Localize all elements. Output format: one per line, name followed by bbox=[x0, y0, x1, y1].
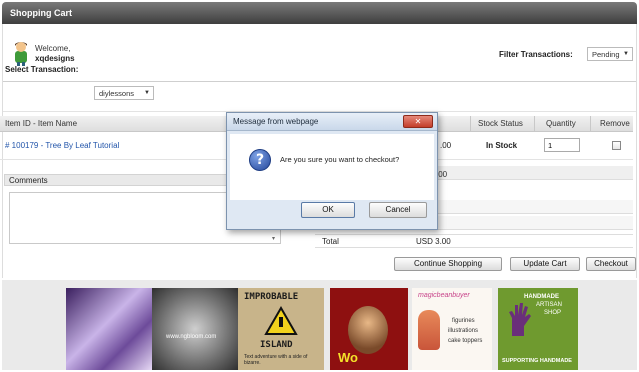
header-quantity: Quantity bbox=[546, 119, 576, 128]
ad-handmade-mid2: SHOP bbox=[544, 310, 562, 316]
dialog-titlebar: Message from webpage ✕ bbox=[227, 113, 437, 131]
ad-improbable-island[interactable]: IMPROBABLE ISLAND Text adventure with a … bbox=[238, 288, 324, 370]
select-transaction-label: Select Transaction: bbox=[5, 65, 79, 74]
ad-island-subtitle: ISLAND bbox=[260, 340, 293, 350]
ad-purple-abstract[interactable] bbox=[66, 288, 152, 370]
hand-icon bbox=[509, 303, 531, 336]
resize-grip-icon[interactable]: ▾ bbox=[272, 235, 280, 243]
header-stock: Stock Status bbox=[478, 119, 523, 128]
chevron-down-icon: ▼ bbox=[144, 90, 150, 96]
comments-label: Comments bbox=[9, 176, 48, 185]
user-avatar-icon bbox=[15, 42, 27, 66]
ad-handmade-mid1: ARTISAN bbox=[536, 302, 562, 308]
continue-shopping-button[interactable]: Continue Shopping bbox=[394, 257, 502, 271]
face-illustration bbox=[348, 306, 388, 354]
ad-bearded-man[interactable]: Wo bbox=[330, 288, 408, 370]
dialog-title: Message from webpage bbox=[233, 117, 319, 126]
filter-label: Filter Transactions: bbox=[499, 50, 573, 59]
column-divider bbox=[590, 116, 591, 132]
dialog-body: ? Are you sure you want to checkout? bbox=[230, 134, 434, 200]
question-icon: ? bbox=[249, 149, 271, 171]
cancel-button[interactable]: Cancel bbox=[369, 202, 427, 218]
checkout-button[interactable]: Checkout bbox=[586, 257, 636, 271]
remove-checkbox[interactable] bbox=[612, 141, 621, 150]
ok-button[interactable]: OK bbox=[301, 202, 355, 218]
dialog-message: Are you sure you want to checkout? bbox=[280, 155, 400, 164]
ad-handmade-bottom: SUPPORTING HANDMADE bbox=[502, 358, 572, 364]
ad-figurines[interactable]: magicbeanbuyer figurines illustrations c… bbox=[412, 288, 492, 370]
filter-select[interactable]: Pending ▼ bbox=[587, 47, 633, 61]
ad-figurines-line3: cake toppers bbox=[448, 338, 483, 344]
window-titlebar: Shopping Cart bbox=[2, 2, 637, 24]
header-remove: Remove bbox=[600, 119, 630, 128]
update-cart-button[interactable]: Update Cart bbox=[510, 257, 580, 271]
welcome-row: Welcome, xqdesigns Filter Transactions: … bbox=[3, 36, 636, 82]
column-divider bbox=[470, 116, 471, 132]
ad-handmade-top: HANDMADE bbox=[524, 294, 559, 300]
ad-figurines-brand: magicbeanbuyer bbox=[418, 292, 470, 299]
warning-sign-icon bbox=[264, 306, 298, 335]
stock-status: In Stock bbox=[486, 141, 518, 150]
window-title: Shopping Cart bbox=[10, 8, 72, 18]
ad-bearded-text: Wo bbox=[338, 350, 358, 365]
close-icon[interactable]: ✕ bbox=[403, 115, 433, 128]
ad-figurines-line2: illustrations bbox=[448, 328, 479, 334]
ad-silver-text: www.ngbloom.com bbox=[166, 334, 217, 340]
item-price-fragment: .00 bbox=[440, 141, 452, 150]
total-label: Total bbox=[322, 237, 339, 246]
filter-select-value: Pending bbox=[592, 50, 620, 59]
item-link[interactable]: # 100179 - Tree By Leaf Tutorial bbox=[5, 141, 119, 150]
transaction-select[interactable]: diylessons ▼ bbox=[94, 86, 154, 100]
ad-figurines-line1: figurines bbox=[452, 318, 475, 324]
column-divider bbox=[534, 116, 535, 132]
ad-handmade[interactable]: HANDMADE ARTISAN SHOP SUPPORTING HANDMAD… bbox=[498, 288, 578, 370]
username: xqdesigns bbox=[35, 54, 75, 63]
chevron-down-icon: ▼ bbox=[623, 51, 629, 57]
ad-silver-swirls[interactable]: www.ngbloom.com bbox=[152, 288, 238, 370]
figurine-illustration bbox=[418, 310, 440, 350]
total-value: USD 3.00 bbox=[416, 237, 451, 246]
ad-island-tagline: Text adventure with a side of bizarre. bbox=[244, 354, 308, 366]
ad-island-title: IMPROBABLE bbox=[244, 292, 299, 302]
transaction-select-value: diylessons bbox=[99, 89, 135, 98]
confirm-dialog: Message from webpage ✕ ? Are you sure yo… bbox=[226, 112, 438, 230]
header-item: Item ID - Item Name bbox=[5, 119, 78, 128]
quantity-input[interactable] bbox=[544, 138, 580, 152]
welcome-text: Welcome, bbox=[35, 44, 71, 53]
total-row bbox=[315, 234, 633, 248]
